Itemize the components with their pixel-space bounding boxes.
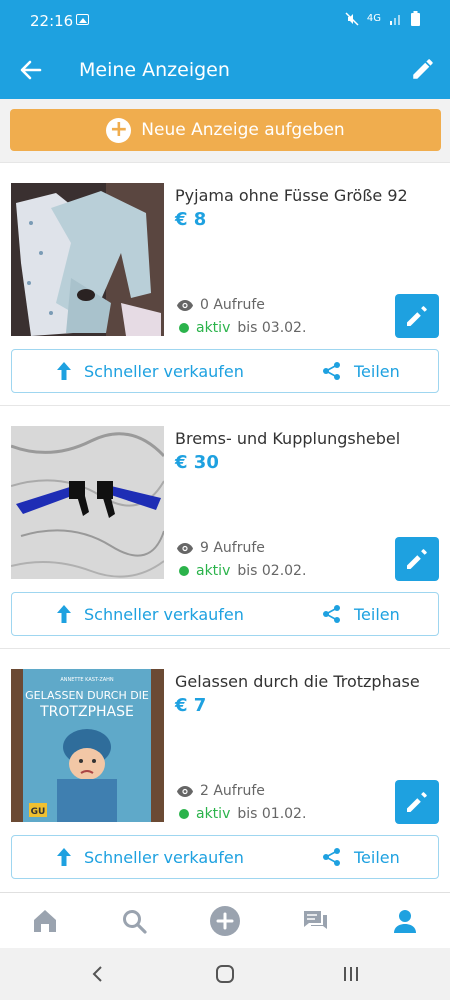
add-icon[interactable] [209, 905, 241, 937]
edit-listing-button[interactable] [395, 294, 439, 338]
search-icon[interactable] [120, 907, 148, 935]
home-icon[interactable] [31, 907, 59, 935]
listing-actions: Schneller verkaufen Teilen [11, 592, 439, 636]
status-row: aktiv bis 01.02. [179, 806, 306, 822]
listing-price: € 30 [175, 452, 219, 473]
active-dot-icon [179, 566, 189, 576]
eye-icon [177, 299, 193, 311]
network-type: 4G [366, 13, 381, 24]
home-button-icon[interactable] [215, 964, 235, 984]
back-arrow-icon[interactable] [18, 57, 44, 83]
status-row: aktiv bis 02.02. [179, 563, 306, 579]
messages-icon[interactable] [301, 907, 329, 935]
share-button[interactable]: Teilen [322, 847, 400, 867]
svg-text:GELASSEN DURCH DIE: GELASSEN DURCH DIE [25, 689, 149, 702]
listing-card: Brems- und Kupplungshebel € 30 9 Aufrufe… [0, 405, 450, 648]
edit-listing-button[interactable] [395, 537, 439, 581]
views-count: 9 Aufrufe [200, 540, 265, 556]
listing-card: Pyjama ohne Füsse Größe 92 € 8 0 Aufrufe… [0, 162, 450, 405]
share-button[interactable]: Teilen [322, 604, 400, 624]
system-navigation-bar [0, 948, 450, 1000]
battery-icon [411, 11, 420, 26]
listing-card: ANNETTE KAST-ZAHN GELASSEN DURCH DIE TRO… [0, 648, 450, 891]
faster-sell-label: Schneller verkaufen [84, 604, 244, 624]
svg-text:TROTZPHASE: TROTZPHASE [39, 704, 134, 720]
views-row: 9 Aufrufe [177, 540, 265, 556]
edit-pencil-icon [407, 549, 427, 569]
faster-sell-label: Schneller verkaufen [84, 361, 244, 381]
listing-title[interactable]: Gelassen durch die Trotzphase [175, 672, 420, 691]
share-icon [323, 362, 340, 380]
status-until: bis 02.02. [237, 563, 307, 579]
new-listing-button[interactable]: + Neue Anzeige aufgeben [10, 109, 441, 151]
active-dot-icon [179, 323, 189, 333]
status-icons: 4G [345, 11, 420, 26]
eye-icon [177, 542, 193, 554]
listing-price: € 7 [175, 695, 207, 716]
listing-image-levers[interactable] [11, 426, 164, 579]
arrow-up-icon [57, 362, 71, 380]
views-count: 0 Aufrufe [200, 297, 265, 313]
share-label: Teilen [354, 847, 400, 867]
image-notification-icon [76, 14, 89, 25]
svg-text:ANNETTE KAST-ZAHN: ANNETTE KAST-ZAHN [60, 677, 114, 683]
status-time: 22:16 [30, 12, 74, 30]
edit-pencil-icon [407, 792, 427, 812]
listing-price: € 8 [175, 209, 207, 230]
plus-icon: + [106, 117, 132, 143]
listings-list: Pyjama ohne Füsse Größe 92 € 8 0 Aufrufe… [0, 162, 450, 892]
status-row: aktiv bis 03.02. [179, 320, 306, 336]
status-bar: 22:16 4G [0, 0, 450, 40]
app-bar: Meine Anzeigen [0, 40, 450, 99]
active-dot-icon [179, 809, 189, 819]
bottom-navigation [0, 892, 450, 949]
listing-title[interactable]: Pyjama ohne Füsse Größe 92 [175, 186, 408, 205]
faster-sell-button[interactable]: Schneller verkaufen [56, 604, 244, 624]
listing-image-book[interactable]: ANNETTE KAST-ZAHN GELASSEN DURCH DIE TRO… [11, 669, 164, 822]
status-until: bis 03.02. [237, 320, 307, 336]
faster-sell-label: Schneller verkaufen [84, 847, 244, 867]
listing-title[interactable]: Brems- und Kupplungshebel [175, 429, 400, 448]
status-label: aktiv [196, 563, 231, 579]
listing-actions: Schneller verkaufen Teilen [11, 835, 439, 879]
listing-image-pyjama[interactable] [11, 183, 164, 336]
edit-listing-button[interactable] [395, 780, 439, 824]
share-icon [323, 605, 340, 623]
signal-icon [390, 15, 400, 25]
share-label: Teilen [354, 604, 400, 624]
status-label: aktiv [196, 806, 231, 822]
edit-pencil-icon [407, 306, 427, 326]
arrow-up-icon [57, 605, 71, 623]
mute-icon [345, 11, 359, 26]
edit-pencil-icon[interactable] [410, 56, 436, 82]
share-button[interactable]: Teilen [322, 361, 400, 381]
arrow-up-icon [57, 848, 71, 866]
svg-text:GU: GU [31, 807, 46, 817]
profile-icon[interactable] [391, 907, 419, 935]
eye-icon [177, 785, 193, 797]
listing-actions: Schneller verkaufen Teilen [11, 349, 439, 393]
recent-apps-icon[interactable] [341, 964, 361, 984]
new-listing-label: Neue Anzeige aufgeben [141, 120, 345, 140]
faster-sell-button[interactable]: Schneller verkaufen [56, 847, 244, 867]
share-icon [323, 848, 340, 866]
status-until: bis 01.02. [237, 806, 307, 822]
faster-sell-button[interactable]: Schneller verkaufen [56, 361, 244, 381]
page-title: Meine Anzeigen [79, 59, 230, 81]
views-row: 0 Aufrufe [177, 297, 265, 313]
views-row: 2 Aufrufe [177, 783, 265, 799]
share-label: Teilen [354, 361, 400, 381]
views-count: 2 Aufrufe [200, 783, 265, 799]
back-chevron-icon[interactable] [88, 964, 108, 984]
status-label: aktiv [196, 320, 231, 336]
